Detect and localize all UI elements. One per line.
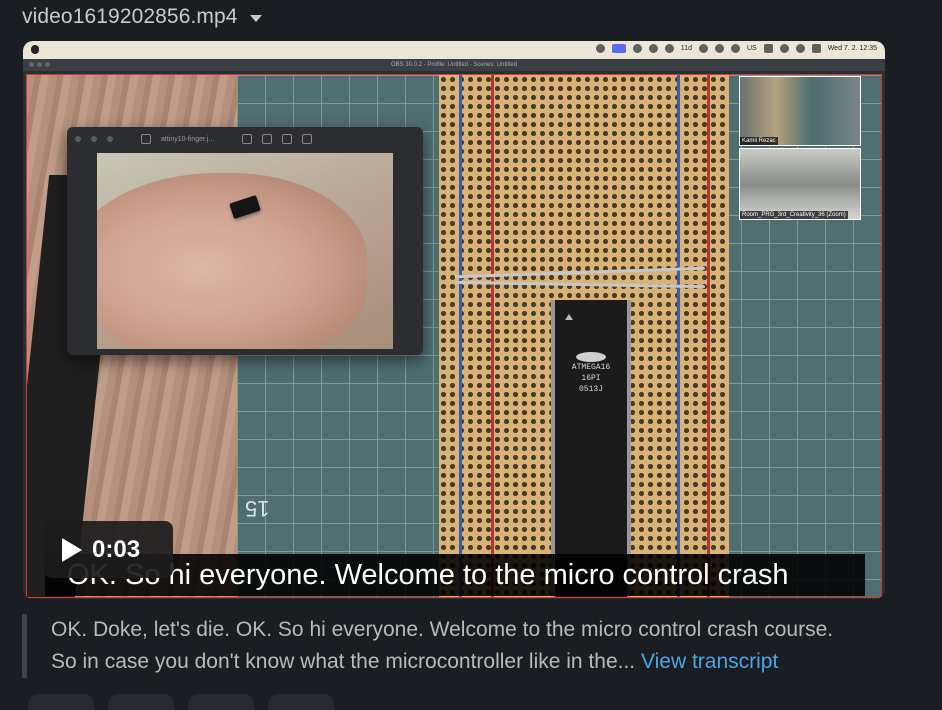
menubar-clock: Wed 7. 2. 12:35 [827,45,877,52]
reaction-pill[interactable] [188,694,254,710]
reaction-bar [28,694,334,710]
finger [97,173,367,349]
preview-title: attiny10-finger.j... [161,135,215,143]
window-controls [29,62,50,67]
webcam-thumbnail: Kamil Rezac [739,76,861,146]
video-duration: 0:03 [92,535,141,563]
status-icon [632,44,642,53]
preview-tools [141,134,151,144]
breadboard-rail [459,75,462,597]
webcam-label: Room_PRG_3rd_Creativity_36 (Zoom) [740,211,848,219]
chip-text: ATMEGA16 [571,363,611,372]
wifi-icon [779,44,789,53]
mute-icon [698,44,708,53]
webcam-label: Kamil Rezac [740,137,778,145]
menubar-status-items: 11d US Wed 7. 2. 12:35 [595,44,877,53]
obs-title: OBS 30.0.2 - Profile: Untitled - Scenes:… [390,62,518,68]
chip-text: 0513J [578,385,603,394]
webcam-thumbnail: Room_PRG_3rd_Creativity_36 (Zoom) [739,148,861,220]
video-scene: 15 ATMEGA16 16PI 0513J attiny10-finger.j… [26,74,882,598]
breadboard-rail [677,75,680,597]
battery-icon [763,44,773,53]
file-name[interactable]: video1619202856.mp4 [22,5,238,29]
chip-text: 16PI [581,374,601,383]
reaction-pill[interactable] [268,694,334,710]
preview-toolbar: attiny10-finger.j... [67,127,423,151]
preview-tools [242,134,313,144]
play-icon [62,537,82,562]
screen-share-icon [611,44,626,53]
search-icon [795,44,805,53]
input-badge: US [746,45,757,52]
preview-window: attiny10-finger.j... [67,127,423,355]
chip-notch [565,314,573,320]
transcript-line: So in case you don't know what the micro… [51,646,922,678]
apple-icon [31,45,39,54]
status-icon [664,44,674,53]
breadboard-rail [491,75,494,597]
play-button[interactable]: 0:03 [44,521,173,578]
atmega16-chip: ATMEGA16 16PI 0513J [551,300,631,597]
macos-menubar: 11d US Wed 7. 2. 12:35 [23,41,885,59]
transcript-preview: OK. Doke, let's die. OK. So hi everyone.… [22,614,922,678]
control-center-icon [811,44,821,53]
finger-photo [97,153,393,349]
video-player[interactable]: 11d US Wed 7. 2. 12:35 OBS 30.0.2 - Prof… [23,41,885,599]
transcript-line: OK. Doke, let's die. OK. So hi everyone.… [51,618,834,641]
breadboard-rail [707,75,710,597]
view-transcript-link[interactable]: View transcript [641,650,778,673]
transcript-text: So in case you don't know what the micro… [51,650,636,673]
atmel-logo [576,352,606,362]
status-icon [595,44,605,53]
obs-title-bar: OBS 30.0.2 - Profile: Untitled - Scenes:… [23,59,885,71]
record-icon [730,44,740,53]
bluetooth-icon [714,44,724,53]
file-header[interactable]: video1619202856.mp4 [22,4,262,30]
chevron-down-icon[interactable] [249,14,262,22]
reaction-pill[interactable] [28,694,94,710]
mat-number: 15 [245,496,270,521]
battery-label: 11d [680,45,692,52]
reaction-pill[interactable] [108,694,174,710]
cloud-icon [648,44,658,53]
